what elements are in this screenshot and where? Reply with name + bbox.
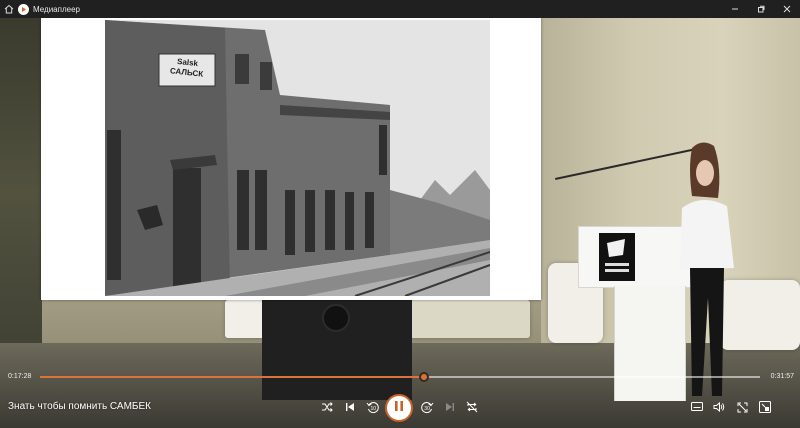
subtitles-icon[interactable] [686, 396, 708, 418]
presenter [672, 138, 752, 398]
maximize-icon[interactable] [748, 0, 774, 18]
home-icon[interactable] [0, 0, 18, 18]
shuffle-icon[interactable] [316, 396, 338, 418]
forward-30-icon[interactable]: 30 [416, 396, 438, 418]
rewind-10-icon[interactable]: 10 [362, 396, 384, 418]
seek-thumb[interactable] [419, 372, 430, 382]
hall-wall-left [0, 18, 42, 368]
repeat-icon[interactable] [461, 396, 483, 418]
media-player-logo-icon [18, 3, 29, 15]
window-title: Медиаплеер [33, 4, 80, 14]
pause-icon [394, 399, 404, 417]
title-bar: Медиаплеер [0, 0, 800, 18]
svg-text:30: 30 [424, 406, 430, 412]
skip-previous-icon[interactable] [339, 396, 361, 418]
volume-icon[interactable] [708, 396, 730, 418]
chair [225, 300, 265, 338]
speaker-cone [322, 304, 350, 332]
miniplayer-icon[interactable] [754, 396, 776, 418]
elapsed-time: 0:17:28 [8, 373, 32, 380]
historic-station-photo: Salsk САЛЬСК [105, 20, 490, 296]
total-time: 0:31:57 [770, 373, 794, 380]
chair [410, 300, 530, 338]
minimize-icon[interactable] [722, 0, 748, 18]
lectern-emblem [599, 233, 635, 281]
seek-bar[interactable] [40, 372, 760, 382]
playback-controls: 0:17:28 0:31:57 Знать чтобы помнить САМБ… [0, 366, 800, 428]
fullscreen-icon[interactable] [731, 396, 753, 418]
close-icon[interactable] [774, 0, 800, 18]
projection-screen: Salsk САЛЬСК [41, 18, 541, 300]
video-title: Знать чтобы помнить САМБЕК [8, 401, 151, 412]
seek-progress [40, 376, 425, 378]
svg-text:10: 10 [371, 406, 377, 412]
pause-button[interactable] [385, 394, 413, 422]
skip-next-icon[interactable] [439, 396, 461, 418]
